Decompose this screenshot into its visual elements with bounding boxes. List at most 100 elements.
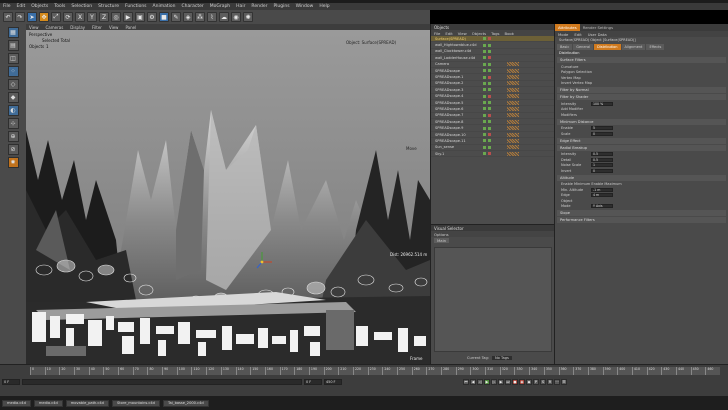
- uv-mode-icon[interactable]: ◐: [7, 105, 19, 116]
- visual-selector-area[interactable]: [434, 247, 552, 352]
- x-axis-icon[interactable]: X: [75, 12, 85, 22]
- taskbar-item[interactable]: media.c4d: [33, 399, 63, 407]
- attribute-section[interactable]: Surface Filters: [557, 57, 726, 63]
- viewport-menu-display[interactable]: Display: [70, 25, 85, 30]
- autokey-icon[interactable]: ◉: [519, 379, 525, 385]
- snap-icon[interactable]: ⊹: [7, 118, 19, 129]
- next-key-icon[interactable]: ▶: [498, 379, 504, 385]
- visible-render-icon[interactable]: [488, 69, 491, 73]
- attributes-menu-item[interactable]: Mode: [558, 32, 568, 37]
- object-tag-icon[interactable]: [507, 100, 519, 105]
- end-frame-field[interactable]: 450 F: [324, 379, 342, 385]
- prev-frame-icon[interactable]: ◁: [477, 379, 483, 385]
- visible-editor-icon[interactable]: [483, 75, 486, 79]
- cube-icon[interactable]: ■: [159, 12, 169, 22]
- menu-item-structure[interactable]: Structure: [98, 4, 119, 9]
- scale-icon[interactable]: ⤢: [51, 12, 61, 22]
- attribute-section[interactable]: Radial Breakup: [557, 144, 726, 151]
- goto-start-icon[interactable]: ⏮: [463, 379, 469, 385]
- points-mode-icon[interactable]: ⁘: [7, 66, 19, 77]
- texture-mode-icon[interactable]: ▤: [7, 40, 19, 51]
- lock-icon[interactable]: ⊘: [7, 144, 19, 155]
- object-visibility-flags[interactable]: [483, 101, 491, 105]
- taskbar-item[interactable]: movable_path.c4d: [65, 399, 109, 407]
- next-frame-icon[interactable]: ▷: [491, 379, 497, 385]
- object-tag-icon[interactable]: [507, 126, 519, 131]
- subdivision-icon[interactable]: ◈: [183, 12, 193, 22]
- attribute-field[interactable]: Y Axis: [591, 204, 613, 209]
- array-icon[interactable]: ⁂: [195, 12, 205, 22]
- visible-editor-icon[interactable]: [483, 133, 486, 137]
- object-visibility-flags[interactable]: [483, 94, 491, 98]
- scale-key-icon[interactable]: S: [540, 379, 546, 385]
- visible-editor-icon[interactable]: [483, 101, 486, 105]
- object-visibility-flags[interactable]: [483, 81, 491, 85]
- attribute-field[interactable]: 100 %: [591, 101, 613, 106]
- object-visibility-flags[interactable]: [483, 49, 491, 53]
- scene-icon[interactable]: ☁: [219, 12, 229, 22]
- menu-item-window[interactable]: Window: [296, 4, 314, 9]
- object-tag-icon[interactable]: [507, 145, 519, 150]
- param-key-icon[interactable]: ⋯: [554, 379, 560, 385]
- objects-menu-objects[interactable]: Objects: [472, 31, 486, 36]
- model-mode-icon[interactable]: ▦: [7, 27, 19, 38]
- visible-editor-icon[interactable]: [483, 126, 486, 130]
- visible-render-icon[interactable]: [488, 37, 491, 41]
- attributes-subtab-basic[interactable]: Basic: [557, 43, 573, 50]
- object-visibility-flags[interactable]: [483, 56, 491, 60]
- axis-icon[interactable]: ⊕: [7, 131, 19, 142]
- visual-selector-main-tab[interactable]: Main: [434, 237, 450, 243]
- objects-menu-edit[interactable]: Edit: [445, 31, 452, 36]
- viewport-menu-filter[interactable]: Filter: [92, 25, 102, 30]
- keyframe-icon[interactable]: ◆: [526, 379, 532, 385]
- menu-item-file[interactable]: File: [3, 4, 11, 9]
- object-visibility-flags[interactable]: [483, 88, 491, 92]
- object-tag-icon[interactable]: [507, 68, 519, 73]
- visible-render-icon[interactable]: [488, 81, 491, 85]
- camera-icon[interactable]: ◉: [231, 12, 241, 22]
- redo-icon[interactable]: ↷: [15, 12, 25, 22]
- object-visibility-flags[interactable]: [483, 43, 491, 47]
- menu-item-character[interactable]: Character: [182, 4, 204, 9]
- visible-editor-icon[interactable]: [483, 94, 486, 98]
- object-tag-icon[interactable]: [507, 138, 519, 143]
- visible-render-icon[interactable]: [488, 49, 491, 53]
- attribute-field[interactable]: 0.5: [591, 152, 613, 157]
- render-view-icon[interactable]: ▶: [123, 12, 133, 22]
- object-tag-icon[interactable]: [507, 94, 519, 99]
- visible-editor-icon[interactable]: [483, 113, 486, 117]
- visible-editor-icon[interactable]: [483, 145, 486, 149]
- visible-render-icon[interactable]: [488, 43, 491, 47]
- object-visibility-flags[interactable]: [483, 126, 491, 130]
- attribute-field[interactable]: 0: [591, 168, 613, 173]
- attribute-section[interactable]: Filter by Normal: [557, 87, 726, 93]
- object-tag-icon[interactable]: [507, 62, 519, 67]
- object-tag-icon[interactable]: [507, 106, 519, 111]
- visible-render-icon[interactable]: [488, 139, 491, 143]
- visible-render-icon[interactable]: [488, 56, 491, 60]
- workplane-icon[interactable]: ◫: [7, 53, 19, 64]
- taskbar-item[interactable]: media.c4d: [2, 399, 31, 407]
- attributes-subtab-general[interactable]: General: [573, 43, 594, 50]
- taskbar-item[interactable]: Tai_basse_2000.c4d: [162, 399, 209, 407]
- polygons-mode-icon[interactable]: ◆: [7, 92, 19, 103]
- undo-icon[interactable]: ↶: [3, 12, 13, 22]
- visible-editor-icon[interactable]: [483, 56, 486, 60]
- deformer-icon[interactable]: ⌇: [207, 12, 217, 22]
- menu-item-edit[interactable]: Edit: [17, 4, 26, 9]
- visible-render-icon[interactable]: [488, 126, 491, 130]
- visible-editor-icon[interactable]: [483, 81, 486, 85]
- menu-item-objects[interactable]: Objects: [31, 4, 48, 9]
- current-tag-dropdown[interactable]: No Tags: [491, 356, 512, 360]
- start-frame-field[interactable]: 0 F: [2, 379, 20, 385]
- edges-mode-icon[interactable]: ◇: [7, 79, 19, 90]
- visible-render-icon[interactable]: [488, 120, 491, 124]
- attribute-field[interactable]: 4 m: [591, 193, 613, 198]
- attributes-menu-item[interactable]: User Data: [588, 32, 607, 37]
- visible-editor-icon[interactable]: [483, 49, 486, 53]
- object-visibility-flags[interactable]: [483, 107, 491, 111]
- attribute-field[interactable]: 0: [591, 131, 613, 136]
- viewport-menu-cameras[interactable]: Cameras: [46, 25, 64, 30]
- spread-icon[interactable]: ✸: [7, 157, 19, 168]
- menu-item-animation[interactable]: Animation: [153, 4, 176, 9]
